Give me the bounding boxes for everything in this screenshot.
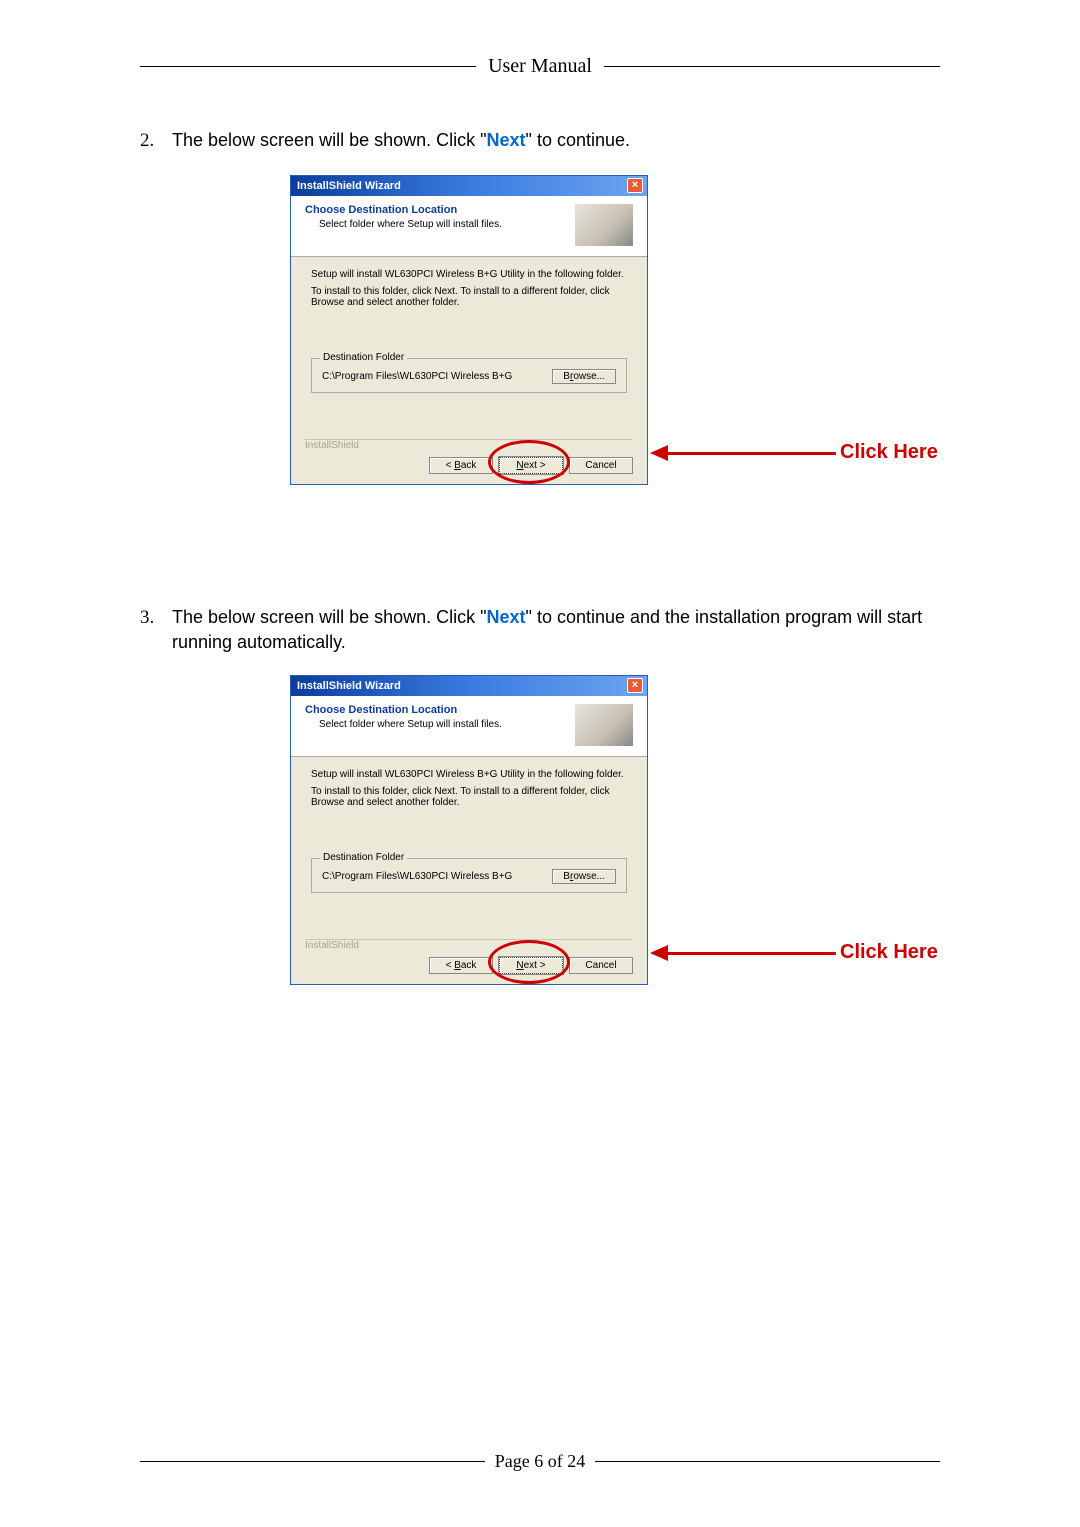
wizard-heading: Choose Destination Location — [305, 704, 569, 716]
step-prefix: The below screen will be shown. Click " — [172, 607, 487, 627]
header-title: User Manual — [476, 55, 604, 78]
installshield-window: InstallShield Wizard × Choose Destinatio… — [290, 675, 648, 985]
destination-folder-group: Destination Folder C:\Program Files\WL63… — [311, 358, 627, 393]
wizard-2-wrap: InstallShield Wizard × Choose Destinatio… — [290, 675, 845, 985]
click-here-label: Click Here — [840, 441, 938, 464]
wizard-1-wrap: InstallShield Wizard × Choose Destinatio… — [290, 175, 845, 485]
wizard-line1: Setup will install WL630PCI Wireless B+G… — [311, 269, 627, 280]
arrow-line — [666, 452, 836, 455]
step-number: 2. — [140, 128, 172, 155]
step-3: 3. The below screen will be shown. Click… — [140, 605, 940, 985]
wizard-line2: To install to this folder, click Next. T… — [311, 786, 627, 808]
footer-line-right — [595, 1461, 940, 1462]
titlebar-text: InstallShield Wizard — [295, 180, 627, 192]
arrow-line — [666, 952, 836, 955]
wizard-subheading: Select folder where Setup will install f… — [305, 219, 569, 230]
destination-legend: Destination Folder — [320, 352, 407, 363]
footer-line-left — [140, 1461, 485, 1462]
wizard-banner-image — [575, 704, 633, 746]
header-line-left — [140, 66, 476, 67]
back-button[interactable]: < Back — [429, 957, 493, 974]
browse-button[interactable]: Browse... — [552, 869, 616, 884]
step-number: 3. — [140, 605, 172, 655]
click-here-label: Click Here — [840, 941, 938, 964]
next-button[interactable]: Next > — [499, 957, 563, 974]
step-suffix: " to continue. — [526, 130, 630, 150]
destination-legend: Destination Folder — [320, 852, 407, 863]
next-button[interactable]: Next > — [499, 457, 563, 474]
wizard-header: Choose Destination Location Select folde… — [291, 196, 647, 257]
wizard-banner-image — [575, 204, 633, 246]
titlebar: InstallShield Wizard × — [291, 676, 647, 696]
destination-path: C:\Program Files\WL630PCI Wireless B+G — [322, 871, 512, 882]
installshield-brand: InstallShield — [305, 939, 633, 951]
titlebar: InstallShield Wizard × — [291, 176, 647, 196]
page-footer: Page 6 of 24 — [140, 1451, 940, 1472]
page-number: Page 6 of 24 — [485, 1451, 595, 1472]
step-2: 2. The below screen will be shown. Click… — [140, 128, 940, 485]
wizard-line2: To install to this folder, click Next. T… — [311, 286, 627, 308]
wizard-line1: Setup will install WL630PCI Wireless B+G… — [311, 769, 627, 780]
wizard-content: Setup will install WL630PCI Wireless B+G… — [291, 257, 647, 437]
step-body: The below screen will be shown. Click "N… — [172, 128, 940, 155]
wizard-footer: InstallShield < Back Next > Cancel — [291, 937, 647, 984]
wizard-content: Setup will install WL630PCI Wireless B+G… — [291, 757, 647, 937]
close-icon[interactable]: × — [627, 678, 643, 693]
cancel-button[interactable]: Cancel — [569, 957, 633, 974]
step-prefix: The below screen will be shown. Click " — [172, 130, 487, 150]
step-highlight: Next — [487, 607, 526, 627]
installshield-brand: InstallShield — [305, 439, 633, 451]
installshield-window: InstallShield Wizard × Choose Destinatio… — [290, 175, 648, 485]
destination-path: C:\Program Files\WL630PCI Wireless B+G — [322, 371, 512, 382]
wizard-header: Choose Destination Location Select folde… — [291, 696, 647, 757]
back-button[interactable]: < Back — [429, 457, 493, 474]
header-line-right — [604, 66, 940, 67]
browse-button[interactable]: Browse... — [552, 369, 616, 384]
close-icon[interactable]: × — [627, 178, 643, 193]
step-highlight: Next — [487, 130, 526, 150]
wizard-subheading: Select folder where Setup will install f… — [305, 719, 569, 730]
titlebar-text: InstallShield Wizard — [295, 680, 627, 692]
step-body: The below screen will be shown. Click "N… — [172, 605, 940, 655]
wizard-heading: Choose Destination Location — [305, 204, 569, 216]
page-header: User Manual — [140, 55, 940, 78]
destination-folder-group: Destination Folder C:\Program Files\WL63… — [311, 858, 627, 893]
cancel-button[interactable]: Cancel — [569, 457, 633, 474]
wizard-footer: InstallShield < Back Next > Cancel — [291, 437, 647, 484]
